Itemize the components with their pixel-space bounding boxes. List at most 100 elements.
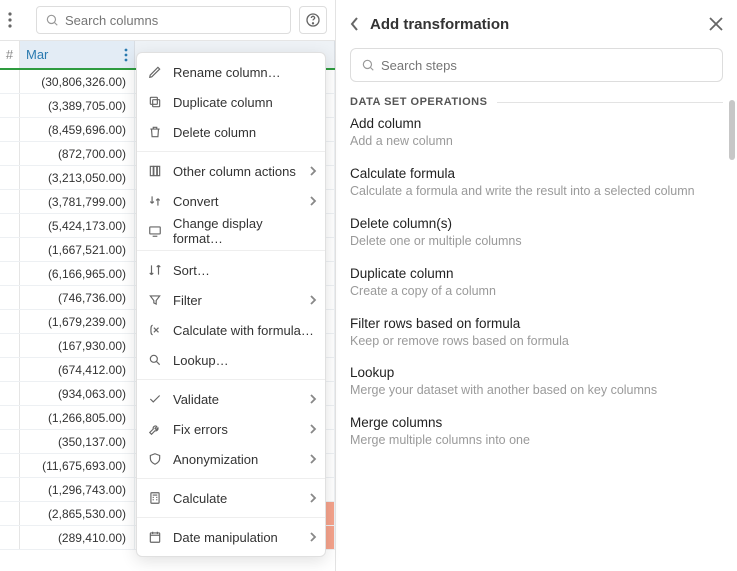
cell[interactable]: (3,389,705.00) bbox=[20, 94, 135, 117]
row-num bbox=[0, 334, 20, 357]
menu-item-label: Sort… bbox=[173, 263, 210, 278]
chevron-right-icon bbox=[309, 492, 317, 504]
operation-item[interactable]: Merge columns Merge multiple columns into… bbox=[350, 415, 723, 449]
menu-separator bbox=[137, 478, 325, 479]
divider bbox=[497, 102, 723, 103]
shield-icon bbox=[147, 451, 163, 467]
operation-desc: Merge multiple columns into one bbox=[350, 432, 723, 449]
cell[interactable]: (8,459,696.00) bbox=[20, 118, 135, 141]
menu-item[interactable]: Calculate bbox=[137, 483, 325, 513]
filter-icon bbox=[147, 292, 163, 308]
operation-desc: Calculate a formula and write the result… bbox=[350, 183, 723, 200]
cell[interactable]: (746,736.00) bbox=[20, 286, 135, 309]
right-panel-header: Add transformation bbox=[336, 0, 737, 48]
row-num bbox=[0, 478, 20, 501]
menu-item[interactable]: Change display format… bbox=[137, 216, 325, 246]
cell[interactable]: (5,424,173.00) bbox=[20, 214, 135, 237]
operation-item[interactable]: Filter rows based on formulaKeep or remo… bbox=[350, 316, 723, 350]
row-num bbox=[0, 70, 20, 93]
menu-item-label: Date manipulation bbox=[173, 530, 278, 545]
cell[interactable]: (3,213,050.00) bbox=[20, 166, 135, 189]
menu-separator bbox=[137, 250, 325, 251]
row-num bbox=[0, 358, 20, 381]
menu-item[interactable]: Sort… bbox=[137, 255, 325, 285]
operation-item[interactable]: LookupMerge your dataset with another ba… bbox=[350, 365, 723, 399]
menu-item[interactable]: Convert bbox=[137, 186, 325, 216]
chevron-right-icon bbox=[309, 423, 317, 435]
menu-item-label: Calculate bbox=[173, 491, 227, 506]
search-columns-input[interactable] bbox=[65, 13, 282, 28]
search-columns-box[interactable] bbox=[36, 6, 291, 34]
menu-item-label: Duplicate column bbox=[173, 95, 273, 110]
cell[interactable]: (6,166,965.00) bbox=[20, 262, 135, 285]
row-num bbox=[0, 214, 20, 237]
menu-item[interactable]: Delete column bbox=[137, 117, 325, 147]
back-button[interactable] bbox=[350, 16, 360, 32]
row-num bbox=[0, 406, 20, 429]
copy-icon bbox=[147, 94, 163, 110]
operation-title: Calculate formula bbox=[350, 166, 723, 181]
operation-title: Delete column(s) bbox=[350, 216, 723, 231]
cell[interactable]: (350,137.00) bbox=[20, 430, 135, 453]
top-bar bbox=[0, 0, 335, 40]
operation-desc: Delete one or multiple columns bbox=[350, 233, 723, 250]
help-button[interactable] bbox=[299, 6, 327, 34]
operation-item[interactable]: Delete column(s) Delete one or multiple c… bbox=[350, 216, 723, 250]
check-icon bbox=[147, 391, 163, 407]
menu-item[interactable]: Calculate with formula… bbox=[137, 315, 325, 345]
menu-item[interactable]: Validate bbox=[137, 384, 325, 414]
cell[interactable]: (2,865,530.00) bbox=[20, 502, 135, 525]
close-button[interactable] bbox=[709, 17, 723, 31]
operation-item[interactable]: Add columnAdd a new column bbox=[350, 116, 723, 150]
cell[interactable]: (872,700.00) bbox=[20, 142, 135, 165]
more-icon[interactable] bbox=[8, 12, 28, 28]
cell[interactable]: (674,412.00) bbox=[20, 358, 135, 381]
row-num bbox=[0, 118, 20, 141]
left-pane: # Mar (30,806,326.00)(3,389,705.00)(8,45… bbox=[0, 0, 335, 571]
cell[interactable]: (1,266,805.00) bbox=[20, 406, 135, 429]
cell[interactable]: (1,679,239.00) bbox=[20, 310, 135, 333]
row-num bbox=[0, 430, 20, 453]
operation-item[interactable]: Duplicate column Create a copy of a colum… bbox=[350, 266, 723, 300]
operation-item[interactable]: Calculate formula Calculate a formula and… bbox=[350, 166, 723, 200]
operation-title: Duplicate column bbox=[350, 266, 723, 281]
cell[interactable]: (289,410.00) bbox=[20, 526, 135, 549]
hash-column: # bbox=[0, 41, 20, 68]
row-num bbox=[0, 190, 20, 213]
search-icon bbox=[45, 13, 59, 27]
operation-title: Merge columns bbox=[350, 415, 723, 430]
search-steps-input[interactable] bbox=[381, 58, 712, 73]
menu-item[interactable]: Anonymization bbox=[137, 444, 325, 474]
trash-icon bbox=[147, 124, 163, 140]
scrollbar-thumb[interactable] bbox=[729, 100, 735, 160]
menu-item[interactable]: Duplicate column bbox=[137, 87, 325, 117]
menu-item-label: Validate bbox=[173, 392, 219, 407]
cell[interactable]: (30,806,326.00) bbox=[20, 70, 135, 93]
cell[interactable]: (1,296,743.00) bbox=[20, 478, 135, 501]
row-num bbox=[0, 526, 20, 549]
operation-title: Add column bbox=[350, 116, 723, 131]
search-steps-box[interactable] bbox=[350, 48, 723, 82]
menu-item[interactable]: Date manipulation bbox=[137, 522, 325, 552]
column-menu-icon[interactable] bbox=[124, 48, 128, 62]
menu-item[interactable]: Fix errors bbox=[137, 414, 325, 444]
row-num bbox=[0, 166, 20, 189]
menu-item[interactable]: Lookup… bbox=[137, 345, 325, 375]
menu-item[interactable]: Rename column… bbox=[137, 57, 325, 87]
wrench-icon bbox=[147, 421, 163, 437]
search-icon bbox=[361, 58, 375, 72]
cell[interactable]: (1,667,521.00) bbox=[20, 238, 135, 261]
cell[interactable]: (11,675,693.00) bbox=[20, 454, 135, 477]
cell[interactable]: (3,781,799.00) bbox=[20, 190, 135, 213]
operation-desc: Create a copy of a column bbox=[350, 283, 723, 300]
chevron-right-icon bbox=[309, 393, 317, 405]
panel-title: Add transformation bbox=[370, 16, 699, 33]
cell[interactable]: (167,930.00) bbox=[20, 334, 135, 357]
display-icon bbox=[147, 223, 163, 239]
menu-item[interactable]: Filter bbox=[137, 285, 325, 315]
menu-item[interactable]: Other column actions bbox=[137, 156, 325, 186]
cell[interactable]: (934,063.00) bbox=[20, 382, 135, 405]
row-num bbox=[0, 94, 20, 117]
operation-title: Filter rows based on formula bbox=[350, 316, 723, 331]
column-header-mar[interactable]: Mar bbox=[20, 41, 135, 68]
